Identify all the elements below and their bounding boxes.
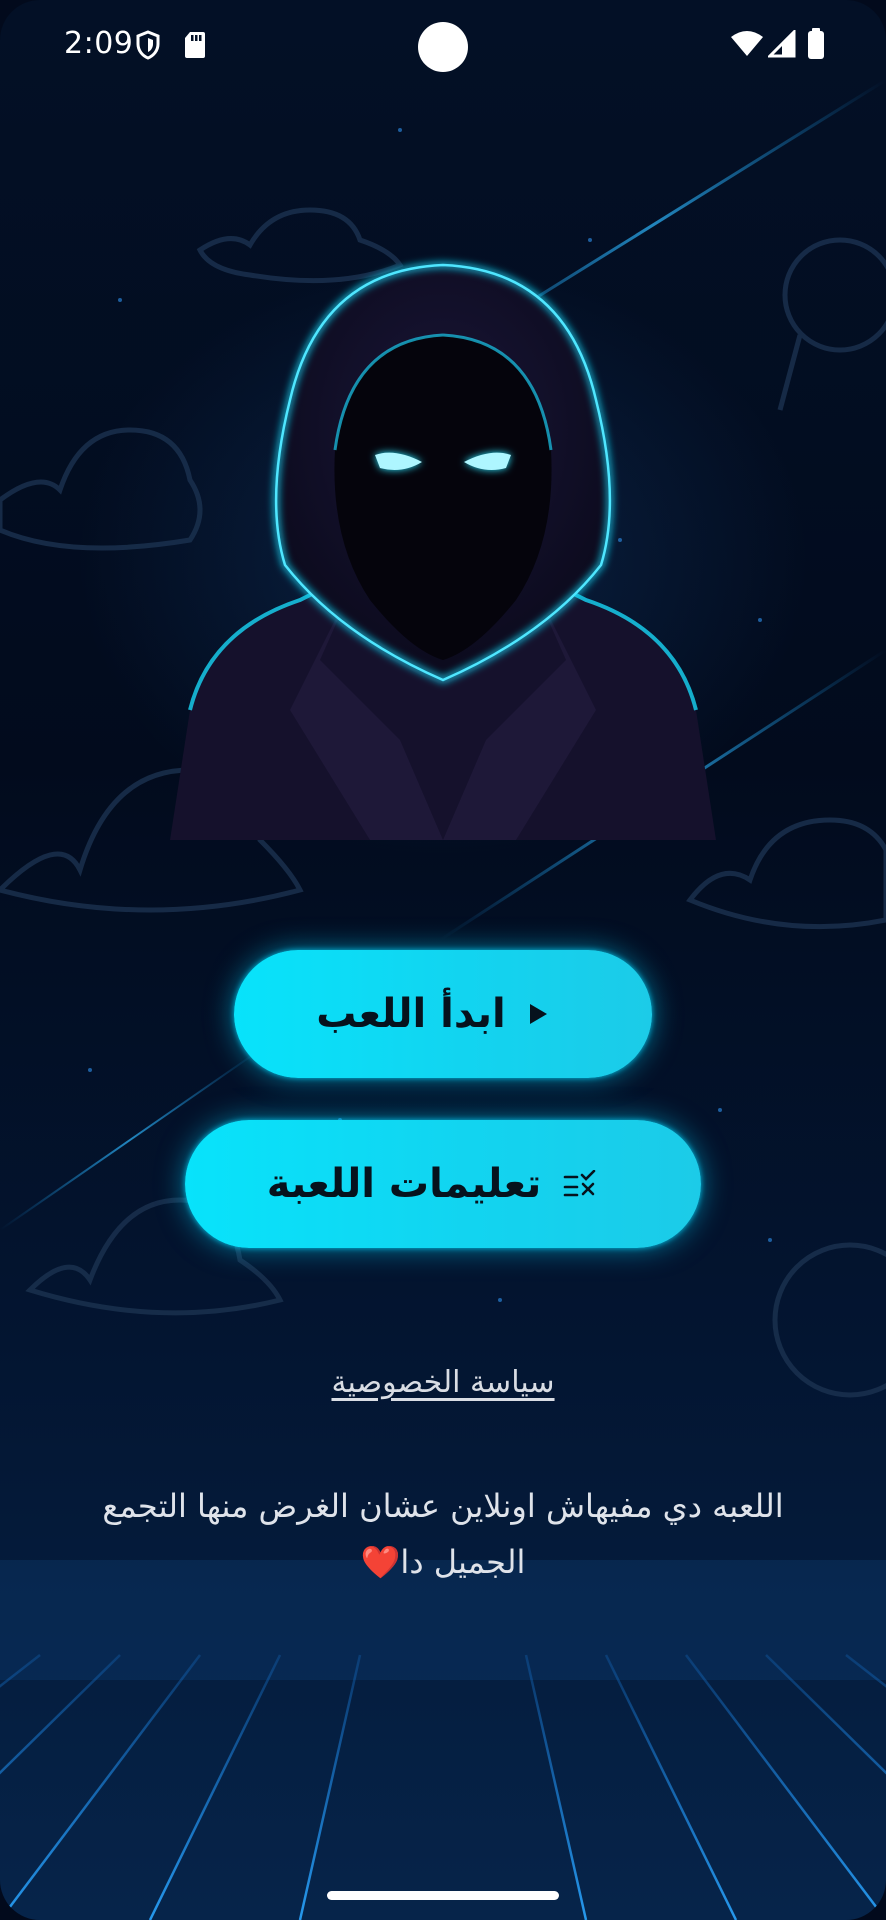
shield-icon [136,30,160,60]
app-screen: 2:09 ابدأ اللعب تعليمات اللعبة سياسة الخ… [0,0,886,1920]
offline-note-line2-row: الجميل دا❤️ [40,1534,846,1590]
game-instructions-label: تعليمات اللعبة [266,1161,542,1207]
status-time: 2:09 [64,26,134,61]
signal-icon [768,30,796,58]
status-bar: 2:09 [0,0,886,90]
battery-icon [808,28,824,59]
start-game-label: ابدأ اللعب [316,991,506,1037]
game-instructions-button[interactable]: تعليمات اللعبة [185,1120,701,1248]
wifi-icon [731,31,763,56]
start-game-button[interactable]: ابدأ اللعب [234,950,652,1078]
offline-note-line1: اللعبه دي مفيهاش اونلاين عشان الغرض منها… [102,1487,784,1525]
offline-note: اللعبه دي مفيهاش اونلاين عشان الغرض منها… [40,1478,846,1590]
checklist-icon [563,1170,597,1198]
hooded-spy-illustration [170,262,716,840]
heart-icon: ❤️ [360,1543,401,1581]
offline-note-line2: الجميل دا [400,1543,526,1581]
play-icon [528,1003,548,1025]
sd-card-icon [185,32,205,58]
privacy-policy-link[interactable]: سياسة الخصوصية [0,1365,886,1400]
home-indicator[interactable] [327,1891,559,1900]
camera-cutout [418,22,468,72]
